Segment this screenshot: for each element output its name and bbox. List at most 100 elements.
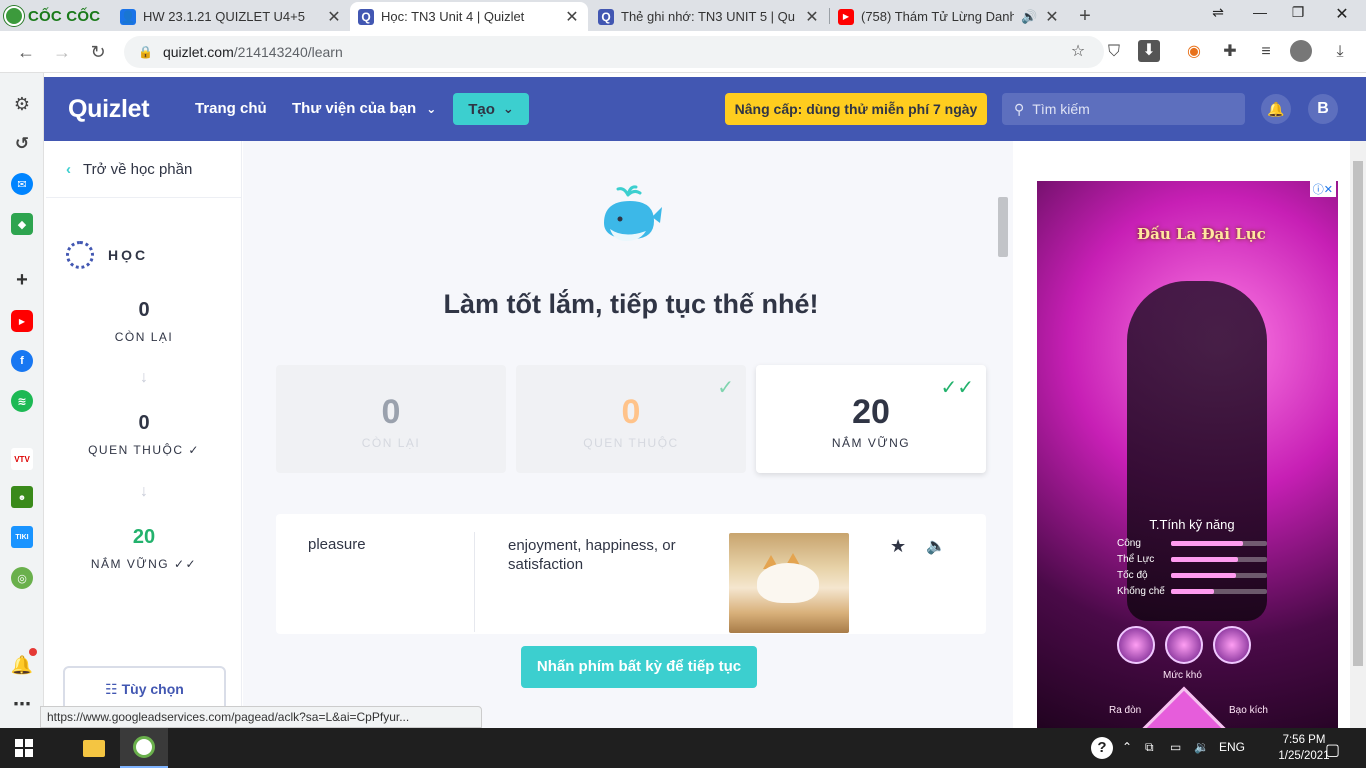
user-avatar[interactable]: B [1308, 94, 1338, 124]
ad-left-label: Ra đòn [1109, 705, 1142, 716]
scrollbar-thumb[interactable] [998, 197, 1008, 257]
battery-icon[interactable]: ▭ [1170, 740, 1181, 754]
ad-stat-row: Tốc độ [1117, 570, 1267, 581]
url-text[interactable]: quizlet.com/214143240/learn [163, 44, 343, 60]
shield-icon[interactable]: ⛉ [1102, 40, 1126, 64]
lock-icon: 🔒 [138, 45, 153, 59]
check-icon: ✓ [717, 377, 734, 399]
spotify-icon[interactable]: ≋ [11, 390, 33, 412]
tab-youtube[interactable]: ▶ (758) Thám Tử Lừng Danh 🔊 ✕ [830, 2, 1068, 31]
search-placeholder: Tìm kiếm [1032, 101, 1090, 117]
speaker-icon[interactable]: 🔈 [926, 536, 946, 556]
ad-stat-row: Thể Lực [1117, 554, 1267, 565]
settings-gear-icon[interactable]: ⚙ [11, 93, 33, 115]
close-tab-icon[interactable]: ✕ [564, 7, 580, 27]
close-tab-icon[interactable]: ✕ [326, 7, 342, 27]
action-center-icon[interactable]: ▢ [1325, 740, 1340, 760]
download-page-icon[interactable]: ⬇ [1138, 40, 1160, 62]
coccoc-extension-icon[interactable]: ◎ [11, 567, 33, 589]
quizlet-logo[interactable]: Quizlet [68, 95, 150, 124]
forward-button[interactable]: → [50, 40, 74, 64]
main-scrollbar[interactable] [996, 183, 1010, 633]
headline: Làm tốt lắm, tiếp tục thế nhé! [443, 289, 819, 319]
ad-skill-orb [1117, 626, 1155, 664]
language-indicator[interactable]: ENG [1219, 740, 1245, 754]
double-check-icon: ✓✓ [174, 557, 198, 571]
downloads-icon[interactable]: ⤓ [1328, 40, 1352, 64]
upgrade-button[interactable]: Nâng cấp: dùng thử miễn phí 7 ngày [725, 93, 987, 125]
windows-start-button[interactable] [0, 728, 48, 768]
tab-title: Học: TN3 Unit 4 | Quizlet [381, 9, 525, 24]
arrow-down-icon: ↓ [140, 483, 148, 500]
history-icon[interactable]: ↺ [11, 133, 33, 155]
close-tab-icon[interactable]: ✕ [1044, 7, 1060, 27]
divider [474, 532, 475, 632]
tab-title: (758) Thám Tử Lừng Danh [861, 9, 1014, 24]
windows-taskbar: ? ⌃ ⧉ ▭ 🔉 ENG 7:56 PM 1/25/2021 ▢ [0, 728, 1366, 768]
maximize-button[interactable]: ❐ [1286, 4, 1310, 21]
game-advertisement[interactable]: ⓘ✕ Đấu La Đại Lục T.Tính kỹ năng Công Th… [1037, 181, 1338, 728]
definition-text: enjoyment, happiness, or satisfaction [508, 537, 676, 573]
meet-now-icon[interactable]: ⧉ [1145, 740, 1154, 755]
messenger-icon[interactable]: ✉ [11, 173, 33, 195]
close-tab-icon[interactable]: ✕ [804, 7, 820, 27]
search-icon: ⚲ [1014, 100, 1025, 117]
close-window-button[interactable]: ✕ [1330, 4, 1354, 24]
tab-quizlet-learn[interactable]: Q Học: TN3 Unit 4 | Quizlet ✕ [350, 2, 588, 31]
nav-home[interactable]: Trang chủ [195, 100, 267, 117]
term-row: pleasure enjoyment, happiness, or satisf… [276, 514, 986, 634]
ad-skill-orb [1213, 626, 1251, 664]
bookmark-star-icon[interactable]: ☆ [1066, 40, 1090, 64]
tiki-icon[interactable]: TIKI [11, 526, 33, 548]
tab-title: Thẻ ghi nhớ: TN3 UNIT 5 | Qu [621, 9, 795, 24]
tab-classroom[interactable]: 👤 HW 23.1.21 QUIZLET U4+5 ✕ [112, 2, 350, 31]
search-input[interactable]: ⚲ Tìm kiếm [1002, 93, 1245, 125]
coccoc-icon [133, 736, 155, 758]
star-icon[interactable]: ★ [890, 536, 906, 557]
reload-button[interactable]: ↻ [86, 40, 110, 64]
tab-quizlet-flashcards[interactable]: Q Thẻ ghi nhớ: TN3 UNIT 5 | Qu ✕ [590, 2, 828, 31]
whale-icon [604, 185, 662, 241]
profile-avatar-icon[interactable] [1290, 40, 1312, 62]
notifications-bell-icon[interactable]: 🔔 [1261, 94, 1291, 124]
continue-button[interactable]: Nhấn phím bất kỳ để tiếp tục [521, 646, 757, 688]
more-dots-icon[interactable]: ⋯ [11, 693, 33, 715]
youtube-icon[interactable]: ▶ [11, 310, 33, 332]
add-shortcut-icon[interactable]: + [11, 269, 33, 291]
file-explorer-button[interactable] [70, 728, 118, 768]
create-label: Tạo [468, 100, 495, 118]
extension-color-icon[interactable]: ◉ [1182, 40, 1206, 64]
minimize-button[interactable]: — [1248, 4, 1272, 20]
scrollbar-thumb[interactable] [1353, 161, 1363, 666]
coccoc-logo-icon [4, 6, 24, 26]
tray-expand-icon[interactable]: ⌃ [1122, 740, 1132, 754]
tab-menu-icon[interactable]: ⇌ [1206, 4, 1230, 21]
quizlet-icon: Q [358, 8, 374, 25]
nav-library[interactable]: Thư viện của bạn ⌄ [292, 100, 436, 117]
youtube-icon: ▶ [838, 8, 854, 25]
coccoc-brand[interactable]: CỐC CỐC [4, 4, 108, 28]
address-bar[interactable]: 🔒 quizlet.com/214143240/learn [124, 36, 1104, 68]
notification-dot [29, 648, 37, 656]
learn-main: Làm tốt lắm, tiếp tục thế nhé! 0 CÒN LẠI… [243, 141, 1013, 728]
coccoc-taskbar-button[interactable] [120, 728, 168, 768]
back-button[interactable]: ← [14, 40, 38, 64]
facebook-icon[interactable]: f [11, 350, 33, 372]
nav-library-label: Thư viện của bạn [292, 100, 417, 117]
game-controller-icon[interactable]: ◆ [11, 213, 33, 235]
notification-bell-icon[interactable]: 🔔 [11, 654, 33, 676]
extensions-puzzle-icon[interactable]: ✚ [1218, 40, 1242, 64]
new-tab-button[interactable]: + [1074, 5, 1096, 28]
back-to-set-link[interactable]: ‹ Trở về học phần [66, 161, 192, 178]
volume-icon[interactable]: 🔉 [1194, 740, 1209, 754]
vtv-go-icon[interactable]: VTV [11, 448, 33, 470]
audio-playing-icon[interactable]: 🔊 [1021, 9, 1037, 25]
page-scrollbar[interactable] [1350, 141, 1366, 728]
help-icon[interactable]: ? [1091, 737, 1113, 759]
ad-choices-icon[interactable]: ⓘ✕ [1309, 181, 1336, 197]
card-label: QUEN THUỘC [583, 436, 679, 450]
create-button[interactable]: Tạo ⌄ [453, 93, 529, 125]
game-app-icon[interactable]: ☻ [11, 486, 33, 508]
media-control-icon[interactable]: ≡ [1254, 40, 1278, 64]
mastered-label: NẮM VỮNG ✓✓ [90, 557, 198, 571]
